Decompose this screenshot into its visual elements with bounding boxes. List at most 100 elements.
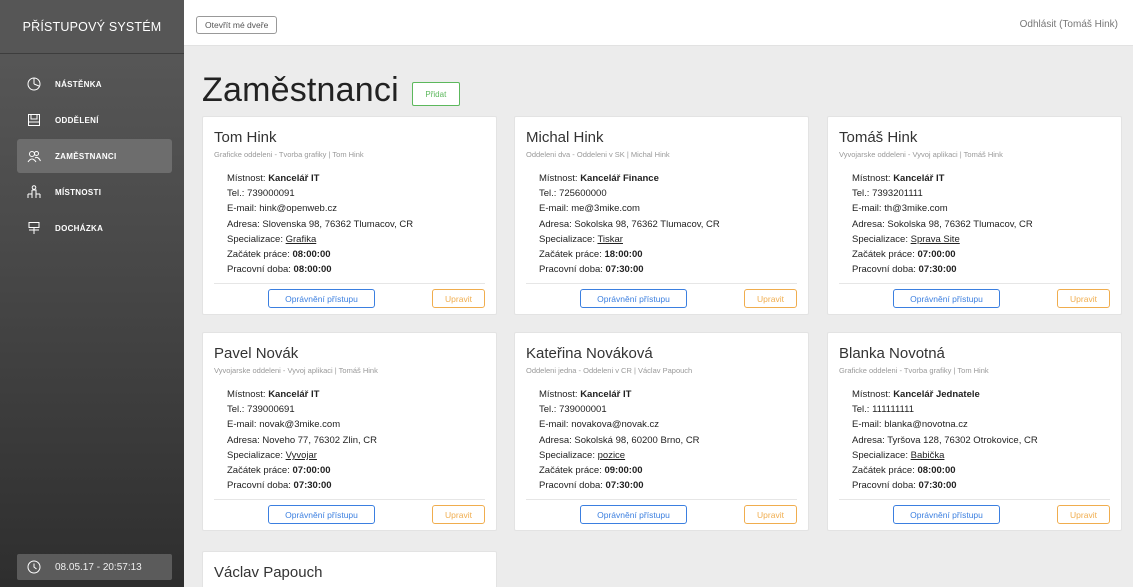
employee-details: Místnost: Kancelář Jednatele Tel.: 11111… [852,387,1038,493]
email-value: me@3mike.com [571,203,640,215]
address-label: Adresa: [852,434,888,446]
access-rights-button[interactable]: Oprávnění přístupu [580,289,687,308]
phone-value: 739000691 [247,404,295,416]
sidebar-item-attendance[interactable]: DOCHÁZKA [17,211,172,245]
hours-row: Pracovní doba: 07:30:00 [852,478,1038,493]
specialization-label: Specializace: [539,233,598,245]
room-label: Místnost: [539,389,581,400]
employee-department: Graficke oddeleni - Tvorba grafiky | Tom… [214,150,364,159]
sidebar-item-label: DOCHÁZKA [55,223,104,233]
hours-value: 07:30:00 [605,480,644,492]
room-label: Místnost: [852,173,894,184]
access-rights-button[interactable]: Oprávnění přístupu [893,289,1000,308]
clock-display: 08.05.17 - 20:57:13 [17,554,172,580]
hours-label: Pracovní doba: [539,264,606,276]
room-value: Kancelář Finance [580,173,659,184]
specialization-link[interactable]: pozice [598,450,625,461]
start-label: Začátek práce: [227,249,293,261]
phone-label: Tel.: [227,404,248,416]
phone-label: Tel.: [539,188,560,200]
access-rights-button[interactable]: Oprávnění přístupu [580,505,687,524]
edit-button[interactable]: Upravit [432,289,485,308]
sidebar-item-rooms[interactable]: MÍSTNOSTI [17,175,172,209]
edit-button[interactable]: Upravit [744,289,797,308]
room-value: Kancelář IT [893,173,945,184]
phone-value: 7393201111 [872,188,923,200]
specialization-link[interactable]: Sprava Site [911,234,960,245]
email-row: E-mail: me@3mike.com [539,201,720,216]
address-row: Adresa: Noveho 77, 76302 Zlin, CR [227,433,377,448]
employee-name: Tomáš Hink [839,129,918,146]
access-rights-button[interactable]: Oprávnění přístupu [893,505,1000,524]
open-doors-button[interactable]: Otevřít mé dveře [196,16,278,34]
topbar: Otevřít mé dveře Odhlásit (Tomáš Hink) [184,0,1133,46]
email-value: novakova@novak.cz [571,419,660,431]
employee-card: Blanka Novotná Graficke oddeleni - Tvorb… [827,332,1122,531]
address-label: Adresa: [539,434,575,446]
edit-button[interactable]: Upravit [432,505,485,524]
sidebar-item-employees[interactable]: ZAMĚSTNANCI [17,139,172,173]
specialization-link[interactable]: Tiskar [597,234,623,245]
phone-value: 739000091 [247,188,295,200]
phone-label: Tel.: [852,188,873,200]
employee-department: Vyvojarske oddeleni - Vyvoj aplikaci | T… [839,150,1003,159]
address-value: Sokolska 98, 76362 Tlumacov, CR [574,218,720,230]
address-row: Adresa: Sokolská 98, 60200 Brno, CR [539,433,700,448]
phone-label: Tel.: [227,188,248,200]
start-value: 09:00:00 [604,465,643,477]
card-divider [839,499,1110,500]
specialization-label: Specializace: [539,449,598,461]
phone-row: Tel.: 7393201111 [852,186,1033,201]
edit-button[interactable]: Upravit [744,505,797,524]
employee-name: Blanka Novotná [839,345,945,362]
email-value: hink@openweb.cz [259,203,337,215]
start-label: Začátek práce: [539,249,605,261]
phone-value: 739000001 [559,404,607,416]
sidebar-item-departments[interactable]: ODDĚLENÍ [17,103,172,137]
start-value: 18:00:00 [604,249,643,261]
email-label: E-mail: [852,419,885,431]
specialization-link[interactable]: Grafika [286,234,317,245]
start-row: Začátek práce: 08:00:00 [227,247,413,262]
hours-value: 07:30:00 [293,480,332,492]
hours-label: Pracovní doba: [539,480,606,492]
email-label: E-mail: [539,203,572,215]
hours-row: Pracovní doba: 07:30:00 [539,262,720,277]
email-row: E-mail: hink@openweb.cz [227,201,413,216]
specialization-link[interactable]: Babička [911,450,945,461]
address-row: Adresa: Slovenska 98, 76362 Tlumacov, CR [227,217,413,232]
clock-icon [27,560,41,574]
specialization-link[interactable]: Vyvojar [286,450,317,461]
employee-card: Václav Papouch [202,551,497,587]
hours-label: Pracovní doba: [227,480,294,492]
employee-department: Graficke oddeleni - Tvorba grafiky | Tom… [839,366,989,375]
employee-card: Kateřina Nováková Oddeleni jedna - Oddel… [514,332,809,531]
start-label: Začátek práce: [539,465,605,477]
employee-name: Michal Hink [526,129,604,146]
employee-details: Místnost: Kancelář IT Tel.: 739000001 E-… [539,387,700,493]
edit-button[interactable]: Upravit [1057,289,1110,308]
title-row: Zaměstnanci Přidat [202,70,460,110]
room-label: Místnost: [539,173,581,184]
employee-name: Kateřina Nováková [526,345,653,362]
edit-button[interactable]: Upravit [1057,505,1110,524]
specialization-label: Specializace: [852,449,911,461]
address-label: Adresa: [227,218,263,230]
employees-icon [27,149,41,163]
sidebar: PŘÍSTUPOVÝ SYSTÉM NÁSTĚNKA ODDĚLENÍ ZAMĚ… [0,0,184,587]
access-rights-button[interactable]: Oprávnění přístupu [268,289,375,308]
dashboard-icon [27,77,41,91]
logout-link[interactable]: Odhlásit (Tomáš Hink) [1020,19,1118,30]
employee-card: Michal Hink Oddeleni dva - Oddeleni v SK… [514,116,809,315]
start-label: Začátek práce: [227,465,293,477]
employee-card: Pavel Novák Vyvojarske oddeleni - Vyvoj … [202,332,497,531]
card-divider [839,283,1110,284]
specialization-label: Specializace: [227,233,286,245]
start-value: 07:00:00 [917,249,956,261]
start-label: Začátek práce: [852,249,918,261]
access-rights-button[interactable]: Oprávnění přístupu [268,505,375,524]
specialization-label: Specializace: [852,233,911,245]
hours-label: Pracovní doba: [852,480,919,492]
add-employee-button[interactable]: Přidat [411,82,460,106]
sidebar-item-dashboard[interactable]: NÁSTĚNKA [17,67,172,101]
